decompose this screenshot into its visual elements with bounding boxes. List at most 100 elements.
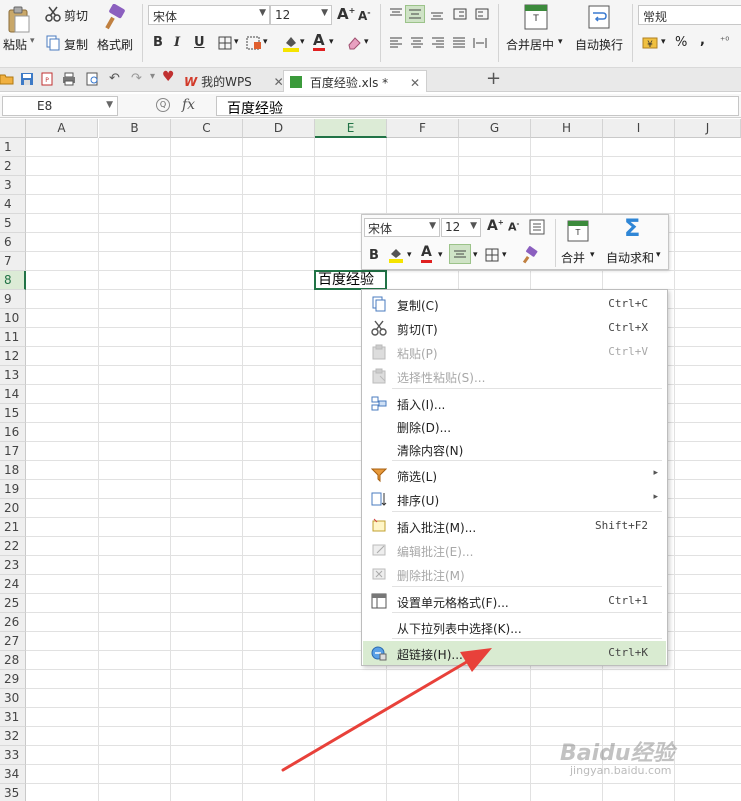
font-name-select[interactable]: 宋体 ▼ [148,5,270,25]
justify-icon[interactable] [452,37,466,49]
align-left-icon[interactable] [389,37,403,49]
column-header-h[interactable]: H [531,119,603,138]
select-all-corner[interactable] [0,119,26,138]
format-painter-icon[interactable] [522,246,540,264]
tab-workbook[interactable]: 百度经验.xls * ✕ [283,70,428,92]
row-header-15[interactable]: 15 [0,404,26,423]
zoom-icon[interactable]: Q [156,98,170,112]
chevron-down-icon[interactable]: ▾ [407,250,412,260]
fill-color-icon[interactable] [282,34,300,52]
row-header-3[interactable]: 3 [0,176,26,195]
row-header-1[interactable]: 1 [0,138,26,157]
row-header-20[interactable]: 20 [0,499,26,518]
grow-font-icon[interactable]: A+ [337,5,355,23]
column-header-j[interactable]: J [675,119,741,138]
chevron-down-icon[interactable]: ▾ [661,37,666,47]
align-center-icon[interactable] [410,37,424,49]
row-header-18[interactable]: 18 [0,461,26,480]
row-header-17[interactable]: 17 [0,442,26,461]
row-header-27[interactable]: 27 [0,632,26,651]
currency-icon[interactable]: ¥ [642,35,660,51]
clear-format-icon[interactable] [346,36,362,50]
menu-item-item-5[interactable]: 删除(D)... [363,414,666,438]
fill-color-icon[interactable] [388,246,404,264]
active-cell[interactable]: 百度经验 [314,270,387,290]
column-header-d[interactable]: D [243,119,315,138]
row-header-11[interactable]: 11 [0,328,26,347]
indent-increase-icon[interactable] [475,8,489,20]
shrink-font-icon[interactable]: A- [358,8,371,23]
column-header-f[interactable]: F [387,119,459,138]
menu-item-filter[interactable]: 筛选(L) ▸ [363,463,666,487]
italic-button[interactable]: I [174,35,180,50]
chevron-down-icon[interactable]: ▾ [656,250,661,260]
menu-item-hyperlink[interactable]: 超链接(H)... Ctrl+K [363,641,666,665]
row-header-33[interactable]: 33 [0,746,26,765]
row-header-26[interactable]: 26 [0,613,26,632]
chevron-down-icon[interactable]: ▾ [590,250,595,260]
menu-item-item-13[interactable]: 从下拉列表中选择(K)... [363,615,666,639]
chevron-down-icon[interactable]: ▾ [364,37,369,47]
row-header-6[interactable]: 6 [0,233,26,252]
format-painter-button[interactable]: 格式刷 [97,36,133,53]
column-header-a[interactable]: A [26,119,98,138]
row-header-16[interactable]: 16 [0,423,26,442]
chevron-down-icon[interactable]: ▾ [234,37,239,47]
menu-item-insert[interactable]: 插入(I)... [363,391,666,415]
row-header-24[interactable]: 24 [0,575,26,594]
new-tab-icon[interactable]: + [486,68,501,89]
align-top-icon[interactable] [389,8,403,20]
font-size-select[interactable]: 12 ▼ [270,5,332,25]
row-header-30[interactable]: 30 [0,689,26,708]
mini-font-size-select[interactable]: 12 ▼ [441,218,481,237]
row-header-21[interactable]: 21 [0,518,26,537]
menu-item-format-cells[interactable]: 设置单元格格式(F)... Ctrl+1 [363,589,666,613]
underline-button[interactable]: U [194,35,205,50]
row-header-22[interactable]: 22 [0,537,26,556]
merge-center-button[interactable]: 合并居中 [506,36,554,53]
row-header-19[interactable]: 19 [0,480,26,499]
save-icon[interactable] [20,72,34,86]
font-color-icon[interactable]: A [313,32,325,51]
format-cells-icon[interactable] [529,219,545,235]
chevron-down-icon[interactable]: ▾ [263,37,268,47]
row-header-28[interactable]: 28 [0,651,26,670]
chevron-down-icon[interactable]: ▾ [300,37,305,47]
bold-button[interactable]: B [153,35,163,50]
name-box[interactable]: E8 ▼ [2,96,118,116]
more-icon[interactable]: ▾ [150,71,155,82]
chevron-down-icon[interactable]: ▾ [558,37,563,47]
align-middle-button[interactable] [405,5,425,23]
column-header-e[interactable]: E [315,119,387,138]
print-icon[interactable] [62,72,76,86]
row-header-35[interactable]: 35 [0,784,26,801]
paste-dropdown-icon[interactable]: ▾ [30,36,35,46]
menu-item-scissors[interactable]: 剪切(T) Ctrl+X [363,316,666,340]
mini-autosum-button[interactable]: 自动求和 [606,249,654,266]
column-header-c[interactable]: C [171,119,243,138]
thousands-separator-icon[interactable]: , [700,33,705,48]
formula-input[interactable]: 百度经验 [216,96,739,117]
tab-my-wps[interactable]: W 我的WPS ✕ [178,70,290,92]
quick-access-icon[interactable]: ♥ [162,69,175,85]
open-folder-icon[interactable] [0,72,14,86]
font-color-icon[interactable]: A [421,245,432,263]
export-pdf-icon[interactable]: P [40,72,54,86]
decimal-increase-icon[interactable]: ⁺⁰ [720,36,729,47]
align-right-icon[interactable] [431,37,445,49]
print-preview-icon[interactable] [86,72,100,86]
row-header-34[interactable]: 34 [0,765,26,784]
row-header-4[interactable]: 4 [0,195,26,214]
row-header-10[interactable]: 10 [0,309,26,328]
mini-align-center-button[interactable] [449,244,471,264]
menu-item-comment-add[interactable]: 插入批注(M)... Shift+F2 [363,514,666,538]
row-header-32[interactable]: 32 [0,727,26,746]
menu-item-copy[interactable]: 复制(C) Ctrl+C [363,292,666,316]
chevron-down-icon[interactable]: ▾ [502,250,507,260]
row-header-23[interactable]: 23 [0,556,26,575]
indent-decrease-icon[interactable] [453,8,467,20]
align-bottom-icon[interactable] [430,8,444,20]
insert-function-button[interactable]: fx [182,97,195,113]
cell-style-icon[interactable] [246,36,262,50]
row-header-25[interactable]: 25 [0,594,26,613]
